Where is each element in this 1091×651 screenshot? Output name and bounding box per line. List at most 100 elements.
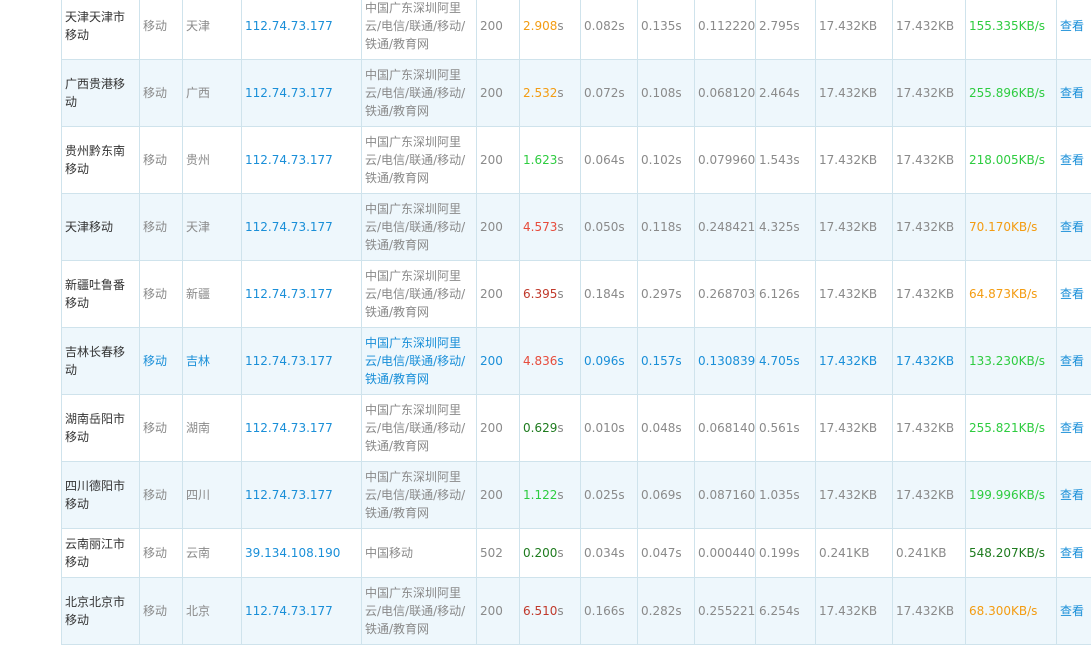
download-time-cell: 0.199s bbox=[755, 528, 816, 578]
view-detail-link[interactable]: 查看 bbox=[1056, 394, 1091, 462]
dns-time-cell: 0.082s bbox=[580, 0, 638, 60]
download-size-cell: 17.432KB bbox=[892, 394, 966, 462]
node-name-cell: 湖南岳阳市移动 bbox=[61, 394, 140, 462]
region-cell: 四川 bbox=[182, 461, 242, 529]
node-name-cell: 新疆吐鲁番移动 bbox=[61, 260, 140, 328]
total-time-value: 6.510 bbox=[523, 604, 558, 618]
table-row: 北京北京市移动 移动 北京 112.74.73.177 中国广东深圳阿里云/电信/联通/… bbox=[61, 577, 1091, 645]
total-time-value: 0.200 bbox=[523, 546, 558, 560]
ip-address-cell: 112.74.73.177 bbox=[241, 126, 362, 194]
ssl-time-cell: 0.255221s bbox=[694, 577, 756, 645]
carrier-cell: 移动 bbox=[139, 126, 183, 194]
carrier-cell: 移动 bbox=[139, 394, 183, 462]
connect-time-cell: 0.282s bbox=[637, 577, 695, 645]
view-detail-link[interactable]: 查看 bbox=[1056, 126, 1091, 194]
ip-location-cell: 中国广东深圳阿里云/电信/联通/移动/铁通/教育网 bbox=[361, 59, 477, 127]
ip-address-cell: 112.74.73.177 bbox=[241, 59, 362, 127]
total-time-unit: s bbox=[557, 421, 564, 435]
download-speed-cell: 133.230KB/s bbox=[965, 327, 1057, 395]
ip-address-cell: 112.74.73.177 bbox=[241, 193, 362, 261]
total-time-cell: 6.395s bbox=[519, 260, 581, 328]
connect-time-cell: 0.118s bbox=[637, 193, 695, 261]
http-status-cell: 200 bbox=[476, 59, 520, 127]
download-time-cell: 6.254s bbox=[755, 577, 816, 645]
view-detail-link[interactable]: 查看 bbox=[1056, 59, 1091, 127]
ip-location-cell: 中国广东深圳阿里云/电信/联通/移动/铁通/教育网 bbox=[361, 193, 477, 261]
view-detail-link[interactable]: 查看 bbox=[1056, 260, 1091, 328]
carrier-cell: 移动 bbox=[139, 327, 183, 395]
ip-address-cell: 112.74.73.177 bbox=[241, 327, 362, 395]
download-speed-cell: 199.996KB/s bbox=[965, 461, 1057, 529]
view-detail-link[interactable]: 查看 bbox=[1056, 528, 1091, 578]
download-size-cell: 0.241KB bbox=[892, 528, 966, 578]
download-speed-cell: 255.896KB/s bbox=[965, 59, 1057, 127]
file-size-cell: 17.432KB bbox=[815, 577, 893, 645]
total-time-unit: s bbox=[557, 19, 564, 33]
http-status-cell: 200 bbox=[476, 0, 520, 60]
total-time-unit: s bbox=[557, 546, 564, 560]
node-name-cell: 广西贵港移动 bbox=[61, 59, 140, 127]
table-row: 云南丽江市移动 移动 云南 39.134.108.190 中国移动 502 0.200s 0.… bbox=[61, 528, 1091, 578]
file-size-cell: 17.432KB bbox=[815, 327, 893, 395]
node-name-cell: 四川德阳市移动 bbox=[61, 461, 140, 529]
dns-time-cell: 0.184s bbox=[580, 260, 638, 328]
ip-location-cell: 中国广东深圳阿里云/电信/联通/移动/铁通/教育网 bbox=[361, 394, 477, 462]
download-time-cell: 1.543s bbox=[755, 126, 816, 194]
view-detail-link[interactable]: 查看 bbox=[1056, 577, 1091, 645]
total-time-value: 1.623 bbox=[523, 153, 558, 167]
carrier-cell: 移动 bbox=[139, 528, 183, 578]
view-detail-link[interactable]: 查看 bbox=[1056, 0, 1091, 60]
download-size-cell: 17.432KB bbox=[892, 577, 966, 645]
download-size-cell: 17.432KB bbox=[892, 59, 966, 127]
connect-time-cell: 0.135s bbox=[637, 0, 695, 60]
table-row: 湖南岳阳市移动 移动 湖南 112.74.73.177 中国广东深圳阿里云/电信/联通/… bbox=[61, 394, 1091, 462]
ip-address-cell: 112.74.73.177 bbox=[241, 260, 362, 328]
carrier-cell: 移动 bbox=[139, 260, 183, 328]
ssl-time-cell: 0.000440s bbox=[694, 528, 756, 578]
http-status-cell: 200 bbox=[476, 461, 520, 529]
table-row: 新疆吐鲁番移动 移动 新疆 112.74.73.177 中国广东深圳阿里云/电信/联通/… bbox=[61, 260, 1091, 328]
view-detail-link[interactable]: 查看 bbox=[1056, 461, 1091, 529]
view-detail-link[interactable]: 查看 bbox=[1056, 327, 1091, 395]
view-detail-link[interactable]: 查看 bbox=[1056, 193, 1091, 261]
ssl-time-cell: 0.268703s bbox=[694, 260, 756, 328]
carrier-cell: 移动 bbox=[139, 461, 183, 529]
ip-location-cell: 中国移动 bbox=[361, 528, 477, 578]
download-speed-cell: 70.170KB/s bbox=[965, 193, 1057, 261]
region-cell: 天津 bbox=[182, 0, 242, 60]
total-time-value: 2.908 bbox=[523, 19, 558, 33]
speed-test-results-table: 天津天津市移动 移动 天津 112.74.73.177 中国广东深圳阿里云/电信/联通/… bbox=[61, 0, 1091, 645]
download-time-cell: 2.464s bbox=[755, 59, 816, 127]
connect-time-cell: 0.069s bbox=[637, 461, 695, 529]
region-cell: 云南 bbox=[182, 528, 242, 578]
download-time-cell: 4.325s bbox=[755, 193, 816, 261]
download-time-cell: 1.035s bbox=[755, 461, 816, 529]
dns-time-cell: 0.025s bbox=[580, 461, 638, 529]
connect-time-cell: 0.048s bbox=[637, 394, 695, 462]
http-status-cell: 200 bbox=[476, 193, 520, 261]
table-row: 广西贵港移动 移动 广西 112.74.73.177 中国广东深圳阿里云/电信/联通/移… bbox=[61, 59, 1091, 127]
total-time-cell: 2.908s bbox=[519, 0, 581, 60]
download-speed-cell: 548.207KB/s bbox=[965, 528, 1057, 578]
http-status-cell: 200 bbox=[476, 327, 520, 395]
total-time-value: 0.629 bbox=[523, 421, 558, 435]
ip-location-cell: 中国广东深圳阿里云/电信/联通/移动/铁通/教育网 bbox=[361, 461, 477, 529]
ssl-time-cell: 0.087160s bbox=[694, 461, 756, 529]
http-status-cell: 200 bbox=[476, 394, 520, 462]
ssl-time-cell: 0.112220s bbox=[694, 0, 756, 60]
ssl-time-cell: 0.130839s bbox=[694, 327, 756, 395]
results-table-container: 天津天津市移动 移动 天津 112.74.73.177 中国广东深圳阿里云/电信/联通/… bbox=[61, 0, 1091, 645]
dns-time-cell: 0.072s bbox=[580, 59, 638, 127]
ssl-time-cell: 0.079960s bbox=[694, 126, 756, 194]
table-row: 天津天津市移动 移动 天津 112.74.73.177 中国广东深圳阿里云/电信/联通/… bbox=[61, 0, 1091, 60]
dns-time-cell: 0.050s bbox=[580, 193, 638, 261]
total-time-value: 6.395 bbox=[523, 287, 558, 301]
http-status-cell: 200 bbox=[476, 126, 520, 194]
total-time-unit: s bbox=[557, 153, 564, 167]
ip-location-cell: 中国广东深圳阿里云/电信/联通/移动/铁通/教育网 bbox=[361, 260, 477, 328]
total-time-cell: 1.122s bbox=[519, 461, 581, 529]
download-size-cell: 17.432KB bbox=[892, 461, 966, 529]
region-cell: 新疆 bbox=[182, 260, 242, 328]
download-time-cell: 0.561s bbox=[755, 394, 816, 462]
download-speed-cell: 255.821KB/s bbox=[965, 394, 1057, 462]
